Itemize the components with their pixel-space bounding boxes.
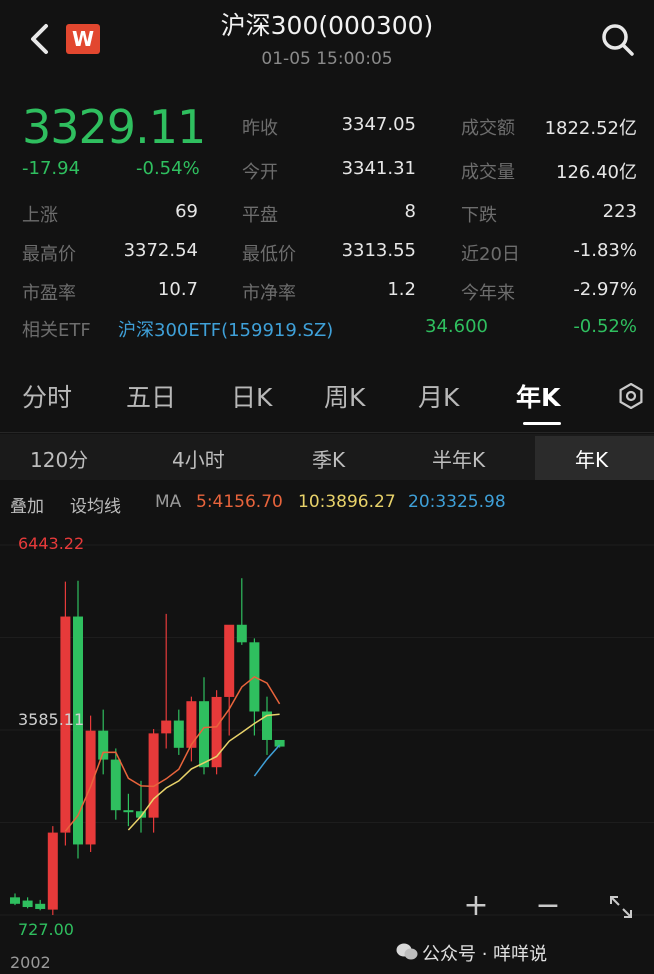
candle <box>47 826 58 915</box>
candle <box>161 613 172 749</box>
subtab-4hour[interactable]: 4小时 <box>172 444 225 473</box>
stat-value-volume: 126.40亿 <box>556 162 637 183</box>
candle-body-down <box>73 616 83 845</box>
stat-label-rising: 上涨 <box>22 205 58 226</box>
ma20-value: 20:3325.98 <box>408 492 506 512</box>
stat-value-prev-close: 3347.05 <box>341 114 416 135</box>
candle <box>199 677 209 775</box>
stat-value-ytd: -2.97% <box>573 279 637 300</box>
tab-intraday[interactable]: 分时 <box>22 378 72 414</box>
overlay-button[interactable]: 叠加 <box>10 492 44 517</box>
etf-label: 相关ETF <box>22 320 91 341</box>
candle <box>274 739 285 748</box>
stat-value-flat: 8 <box>404 201 416 222</box>
etf-price: 34.600 <box>425 316 488 337</box>
price-change-percent: -0.54% <box>136 158 200 179</box>
wechat-icon <box>396 943 418 960</box>
stat-value-rising: 69 <box>175 201 198 222</box>
candle <box>10 893 20 906</box>
stat-value-low: 3313.55 <box>341 240 416 261</box>
etf-name-link[interactable]: 沪深300ETF(159919.SZ) <box>118 316 333 342</box>
stat-label-20day: 近20日 <box>461 244 520 265</box>
fullscreen-icon[interactable] <box>608 894 634 920</box>
candle <box>136 780 146 833</box>
stat-label-turnover: 成交额 <box>461 118 515 139</box>
current-price: 3329.11 <box>22 100 206 154</box>
candle <box>98 709 109 775</box>
candle-body-up <box>47 832 58 910</box>
etf-change: -0.52% <box>573 316 637 337</box>
stat-value-open: 3341.31 <box>341 158 416 179</box>
ma10-value: 10:3896.27 <box>298 492 396 512</box>
stat-label-pb: 市净率 <box>242 283 296 304</box>
candle-body-down <box>98 730 109 760</box>
candle-body-up <box>224 624 235 697</box>
page-title: 沪深300(000300) <box>220 11 434 40</box>
candle-body-down <box>35 903 46 909</box>
candle <box>22 897 33 909</box>
stat-value-falling: 223 <box>602 201 637 222</box>
candle-body-down <box>173 720 184 748</box>
candle <box>173 709 184 755</box>
candle <box>262 696 272 755</box>
subtab-yearly-k[interactable]: 年K <box>575 444 608 473</box>
zoom-in-button[interactable]: + <box>456 886 496 926</box>
search-icon[interactable] <box>600 22 636 58</box>
set-ma-button[interactable]: 设均线 <box>70 492 121 517</box>
candle <box>236 578 247 645</box>
candle <box>85 715 96 853</box>
y-min-label: 727.00 <box>18 920 74 939</box>
candle <box>211 690 222 775</box>
tab-five-day[interactable]: 五日 <box>126 378 176 414</box>
candle <box>224 624 235 736</box>
tab-divider <box>0 432 654 433</box>
stat-value-high: 3372.54 <box>123 240 198 261</box>
tab-yearly-k[interactable]: 年K <box>516 378 560 414</box>
stat-value-pe: 10.7 <box>157 279 198 300</box>
stat-value-turnover: 1822.52亿 <box>544 118 637 139</box>
price-change: -17.94 <box>22 158 81 179</box>
stat-label-falling: 下跌 <box>461 205 497 226</box>
tab-monthly-k[interactable]: 月K <box>418 378 459 414</box>
quote-timestamp: 01-05 15:00:05 <box>261 49 393 69</box>
subtab-half-year-k[interactable]: 半年K <box>432 444 485 473</box>
candle-body-down <box>22 900 33 908</box>
ma5-line <box>64 675 281 832</box>
subtab-quarterly-k[interactable]: 季K <box>312 444 345 473</box>
x-start-label: 2002 <box>10 953 51 972</box>
candle-body-up <box>161 720 172 734</box>
stat-label-volume: 成交量 <box>461 162 515 183</box>
candle-body-down <box>236 624 247 643</box>
stat-label-prev-close: 昨收 <box>242 118 278 139</box>
stat-label-low: 最低价 <box>242 244 296 265</box>
candle-body-down <box>199 701 209 768</box>
candle-body-down <box>110 759 121 811</box>
y-mid-label: 3585.11 <box>18 710 85 729</box>
ma5-value: 5:4156.70 <box>196 492 283 512</box>
stat-label-pe: 市盈率 <box>22 283 76 304</box>
ma-label: MA <box>155 492 182 512</box>
subtab-120min[interactable]: 120分 <box>30 444 88 473</box>
stat-value-20day: -1.83% <box>573 240 637 261</box>
candle <box>35 899 46 911</box>
stat-label-high: 最高价 <box>22 244 76 265</box>
stat-label-flat: 平盘 <box>242 205 278 226</box>
zoom-out-button[interactable]: − <box>528 886 568 926</box>
candle-body-down <box>123 810 134 813</box>
y-max-label: 6443.22 <box>18 534 85 553</box>
tab-weekly-k[interactable]: 周K <box>324 378 365 414</box>
active-tab-indicator <box>523 422 561 425</box>
stat-label-ytd: 今年来 <box>461 283 515 304</box>
tab-daily-k[interactable]: 日K <box>231 378 272 414</box>
candle <box>123 793 134 827</box>
stat-label-open: 今开 <box>242 162 278 183</box>
source-watermark: 公众号 · 咩咩说 <box>422 944 548 965</box>
settings-icon[interactable] <box>618 383 644 409</box>
candle <box>148 729 159 833</box>
candle-body-down <box>10 897 20 904</box>
stat-value-pb: 1.2 <box>387 279 416 300</box>
